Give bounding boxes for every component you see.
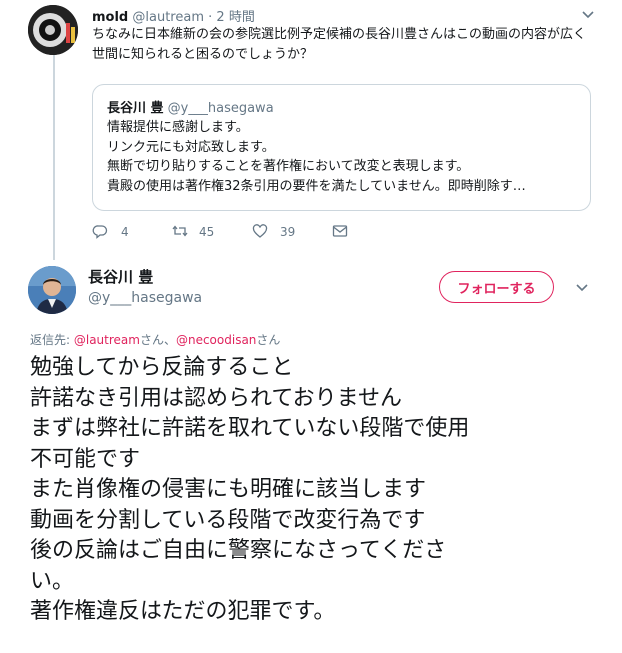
follow-button[interactable]: フォローする xyxy=(439,271,554,303)
mention-link[interactable]: @necoodisan xyxy=(176,333,256,347)
direct-message-button[interactable] xyxy=(332,222,348,242)
quote-user-handle: @y___hasegawa xyxy=(167,101,274,116)
like-count: 39 xyxy=(280,225,296,239)
reply-separator: さん、 xyxy=(139,333,176,347)
quote-line: 貴殿の使用は著作権32条引用の要件を満たしていません。即時削除す… xyxy=(107,178,526,194)
tweet-line: い。 xyxy=(30,568,75,594)
reply-count: 4 xyxy=(121,225,129,239)
retweet-button[interactable]: 45 xyxy=(172,222,214,242)
quoted-tweet[interactable]: 長谷川 豊 @y___hasegawa 情報提供に感謝します。 リンク元にも対応… xyxy=(92,84,591,211)
reply-icon xyxy=(92,223,108,242)
direct-message-icon xyxy=(332,223,348,242)
display-name[interactable]: 長谷川 豊 xyxy=(88,266,153,287)
separator: · xyxy=(208,10,213,25)
avatar[interactable] xyxy=(28,266,76,314)
display-name[interactable]: mold xyxy=(92,10,128,25)
timestamp[interactable]: 2 時間 xyxy=(216,10,254,25)
heart-icon xyxy=(252,223,268,242)
reply-suffix: さん xyxy=(256,333,281,347)
chevron-down-icon[interactable] xyxy=(580,6,596,22)
tweet-line: 許諾なき引用は認められておりません xyxy=(30,385,403,411)
tweet-line: まずは弊社に許諾を取れていない段階で使用 xyxy=(30,416,470,441)
retweet-icon xyxy=(172,223,188,242)
quote-line: 無断で切り貼りすることを著作権において改変と表現します。 xyxy=(107,159,470,174)
tweet-line: 勉強してから反論すること xyxy=(30,355,294,380)
user-handle[interactable]: @y___hasegawa xyxy=(88,290,202,306)
mention-link[interactable]: @lautream xyxy=(74,333,140,347)
tweet-line: 後の反論はご自由に警察になさってくださ xyxy=(30,538,447,563)
quote-line: リンク元にも対応致します。 xyxy=(107,139,275,155)
tweet-line: 不可能です xyxy=(30,446,141,472)
reply-button[interactable]: 4 xyxy=(92,222,129,242)
tweet-actions: 4 45 39 xyxy=(92,222,392,242)
quote-text: 情報提供に感謝します。 リンク元にも対応致します。 無断で切り貼りすることを著作… xyxy=(107,118,577,196)
quote-header: 長谷川 豊 @y___hasegawa xyxy=(107,97,274,116)
tweet-text: 勉強してから反論すること 許諾なき引用は認められておりません まずは弊社に許諾を… xyxy=(30,353,610,628)
quote-line: 情報提供に感謝します。 xyxy=(107,120,249,135)
avatar[interactable] xyxy=(28,5,78,55)
like-button[interactable]: 39 xyxy=(252,222,295,242)
tweet-line: 著作権違反はただの犯罪です。 xyxy=(30,599,336,624)
quote-display-name: 長谷川 豊 xyxy=(107,101,164,116)
retweet-count: 45 xyxy=(199,225,215,239)
tweet-text: ちなみに日本維新の会の参院選比例予定候補の長谷川豊さんはこの動画の内容が広く世間… xyxy=(92,27,587,62)
reply-context: 返信先: @lautreamさん、@necoodisanさん xyxy=(30,331,280,348)
tweet-header: mold @lautream · 2 時間 xyxy=(92,6,255,25)
chevron-down-icon[interactable] xyxy=(574,279,590,295)
reply-prefix: 返信先: xyxy=(30,333,74,347)
thread-line xyxy=(53,52,55,260)
tweet-line: また肖像権の侵害にも明確に該当します xyxy=(30,477,427,502)
user-handle[interactable]: @lautream xyxy=(132,10,204,25)
tweet-line: 動画を分割している段階で改変行為です xyxy=(30,507,426,533)
